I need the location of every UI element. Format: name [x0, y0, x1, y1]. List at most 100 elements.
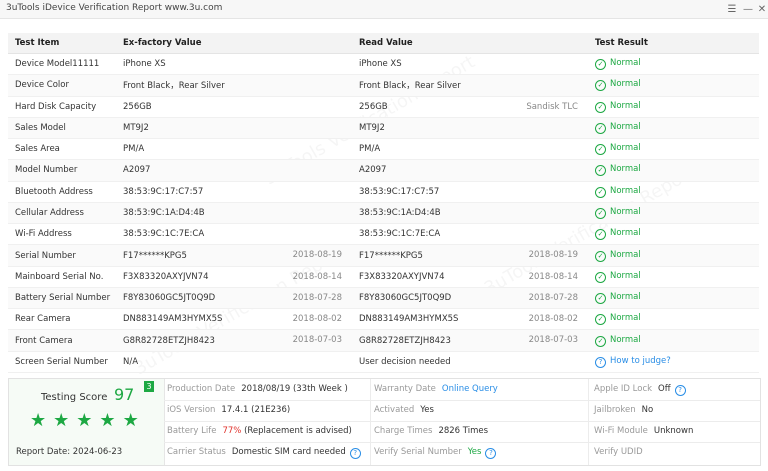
carrier-status: Carrier Status Domestic SIM card needed?: [167, 442, 361, 463]
check-circle-icon: ✓: [595, 293, 606, 305]
read-value-cell-text: 38:53:9C:1A:D4:4B: [359, 207, 441, 218]
help-icon[interactable]: ?: [485, 448, 497, 459]
star-icon: ★: [53, 410, 70, 431]
read-value-cell-text: DN883149AM3HYMX5S: [359, 314, 459, 325]
report-date-label: Report Date:: [16, 447, 71, 457]
table-row: Front Camera G8R82728ETZJH8423 2018-07-03 G…: [8, 329, 759, 352]
read-value-cell-text: MT9J2: [359, 122, 385, 133]
test-item-cell: Bluetooth Address: [8, 181, 116, 203]
report-date-value: 2024-06-23: [72, 447, 123, 457]
read-value-cell: 38:53:9C:17:C7:57: [352, 181, 588, 203]
ex-factory-cell: PM/A: [116, 138, 352, 161]
test-item-cell-text: Wi-Fi Address: [15, 229, 72, 240]
check-circle-icon: ✓: [595, 229, 606, 241]
production-date: Production Date 2018/08/19 (33th Week ): [167, 384, 348, 394]
test-result-cell: ✓ Normal: [588, 74, 759, 97]
read-value-cell: G8R82728ETZJH8423 2018-07-03: [352, 329, 588, 352]
menu-icon[interactable]: ☰: [724, 1, 740, 17]
read-value-cell: 256GB Sandisk TLC: [352, 96, 588, 118]
ex-factory-cell: MT9J2: [116, 117, 352, 140]
read-value-cell-text: Front Black，Rear Silver: [359, 81, 461, 92]
battery-life-note: (Replacement is advised): [244, 426, 352, 436]
read-value-cell-text: G8R82728ETZJH8423: [359, 335, 451, 346]
result-text: Normal: [610, 228, 641, 239]
how-to-judge-link[interactable]: How to judge?: [610, 356, 671, 366]
result-text: Normal: [610, 143, 641, 154]
table-row: Screen Serial Number N/A User decision nee…: [8, 351, 759, 374]
check-circle-icon: ✓: [595, 59, 606, 71]
test-result-cell: ✓ Normal: [588, 117, 759, 140]
read-value-cell-text: 38:53:9C:17:C7:57: [359, 186, 440, 197]
report-date: Report Date: 2024-06-23: [16, 447, 122, 457]
table-row: Battery Serial Number F8Y83060GC5JT0Q9D 20…: [8, 287, 759, 310]
result-text: Normal: [610, 164, 641, 175]
ios-version: iOS Version 17.4.1 (21E236): [167, 405, 291, 415]
ex-factory-cell-text: N/A: [123, 356, 139, 367]
ex-factory-cell: F17******KPG5 2018-08-19: [116, 244, 352, 267]
read-value-cell-text: 256GB: [359, 101, 388, 112]
star-icon: ★: [99, 410, 116, 431]
battery-life-percent: 77%: [222, 426, 242, 436]
table-row: Rear Camera DN883149AM3HYMX5S 2018-08-02 DN…: [8, 308, 759, 331]
rating-stars: ★ ★ ★ ★ ★: [30, 412, 150, 430]
testing-score-label: Testing Score: [41, 392, 108, 403]
test-result-cell: ✓ Normal: [588, 138, 759, 161]
help-icon[interactable]: ?: [595, 356, 606, 368]
close-icon[interactable]: ✕: [754, 1, 768, 17]
read-value-cell-text: iPhone XS: [359, 59, 402, 70]
read-value-cell: 38:53:9C:1A:D4:4B: [352, 202, 588, 225]
test-item-cell-text: Sales Area: [15, 144, 60, 155]
check-circle-icon: ✓: [595, 165, 606, 177]
check-circle-icon: ✓: [595, 144, 606, 156]
read-value-cell-text: A2097: [359, 165, 387, 176]
test-item-cell-text: Cellular Address: [15, 207, 84, 218]
test-result-cell: ✓ Normal: [588, 287, 759, 310]
date-text: 2018-07-28: [528, 292, 578, 303]
read-value-cell: 38:53:9C:1C:7E:CA: [352, 223, 588, 246]
test-item-cell: Cellular Address: [8, 202, 116, 225]
date-text: 2018-07-03: [292, 335, 342, 346]
read-value-cell-text: User decision needed: [359, 356, 451, 367]
charge-times: Charge Times 2826 Times: [374, 426, 489, 436]
star-icon: ★: [76, 410, 93, 431]
table-row: Model Number A2097 A2097 ✓ Normal: [8, 159, 759, 182]
ex-factory-cell-text: F8Y83060GC5JT0Q9D: [123, 293, 216, 304]
test-item-cell: Screen Serial Number: [8, 351, 116, 374]
ex-factory-cell: iPhone XS: [116, 53, 352, 76]
test-result-cell: ? How to judge?: [588, 351, 759, 374]
ex-factory-cell-text: F17******KPG5: [123, 250, 187, 261]
result-text: Normal: [610, 334, 641, 345]
table-row: Sales Area PM/A PM/A ✓ Normal: [8, 138, 759, 161]
test-item-cell: Front Camera: [8, 329, 116, 352]
table-row: Mainboard Serial No. F3X83320AXYJVN74 2018…: [8, 266, 759, 288]
date-text: 2018-08-02: [292, 314, 342, 325]
date-text: 2018-08-19: [528, 250, 578, 261]
read-value-cell: F8Y83060GC5JT0Q9D 2018-07-28: [352, 287, 588, 310]
ex-factory-cell-text: F3X83320AXYJVN74: [123, 271, 209, 282]
divider: [588, 379, 589, 465]
read-value-cell-text: PM/A: [359, 144, 381, 155]
check-circle-icon: ✓: [595, 271, 606, 283]
online-query-link[interactable]: Online Query: [442, 384, 498, 394]
test-result-cell: ✓ Normal: [588, 96, 759, 118]
test-item-cell-text: Screen Serial Number: [15, 356, 108, 367]
table-row: Wi-Fi Address 38:53:9C:1C:7E:CA 38:53:9C:1…: [8, 223, 759, 246]
ex-factory-cell: N/A: [116, 351, 352, 374]
date-text: 2018-08-14: [292, 271, 342, 282]
title-bar: 3uTools iDevice Verification Report www.…: [0, 0, 768, 19]
check-circle-icon: ✓: [595, 250, 606, 262]
test-result-cell: ✓ Normal: [588, 53, 759, 76]
test-item-cell-text: Rear Camera: [15, 314, 71, 325]
read-value-cell: DN883149AM3HYMX5S 2018-08-02: [352, 308, 588, 331]
help-icon[interactable]: ?: [674, 385, 686, 396]
test-item-cell-text: Serial Number: [15, 250, 76, 261]
date-text: 2018-08-14: [528, 271, 578, 282]
ex-factory-cell-text: A2097: [123, 165, 151, 176]
check-circle-icon: ✓: [595, 207, 606, 219]
test-item-cell: Serial Number: [8, 244, 116, 267]
result-text: Normal: [610, 292, 641, 303]
test-item-cell: Model Number: [8, 159, 116, 182]
date-text: 2018-07-28: [292, 292, 342, 303]
score-badge: 3: [144, 381, 154, 392]
help-icon[interactable]: ?: [349, 448, 361, 459]
